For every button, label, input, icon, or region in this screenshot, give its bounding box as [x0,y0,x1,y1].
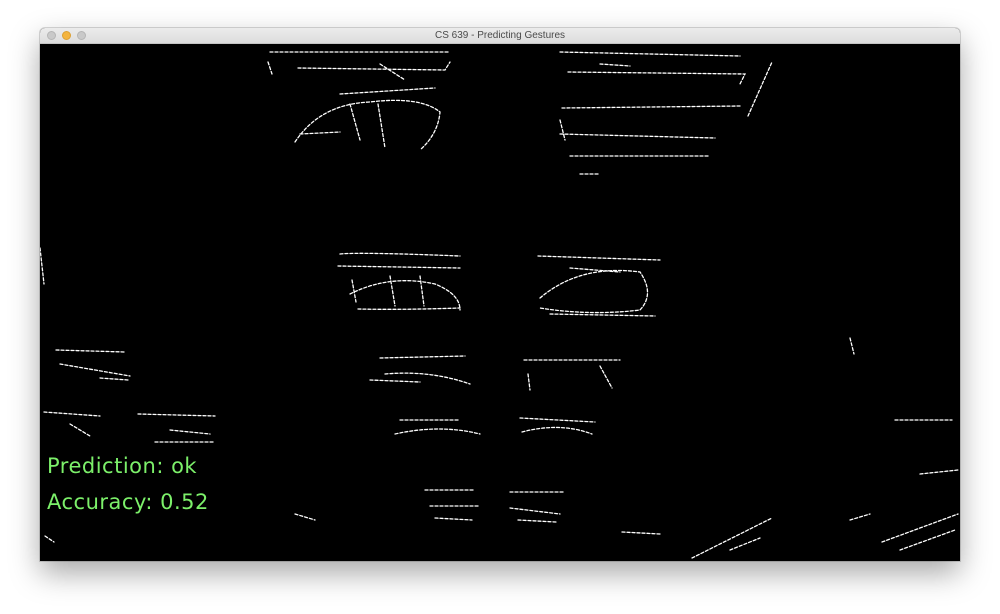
app-window: CS 639 - Predicting Gestures Prediction:… [40,28,960,561]
edge-image [40,51,959,559]
minimize-button[interactable] [62,31,71,40]
camera-feed: Prediction: ok Accuracy: 0.52 [40,44,960,561]
prediction-label: Prediction: ok [47,454,198,478]
window-controls [47,31,86,40]
title-bar[interactable]: CS 639 - Predicting Gestures [40,28,960,44]
maximize-button[interactable] [77,31,86,40]
window-title: CS 639 - Predicting Gestures [434,30,566,41]
accuracy-label: Accuracy: 0.52 [47,490,209,514]
close-button[interactable] [47,31,56,40]
